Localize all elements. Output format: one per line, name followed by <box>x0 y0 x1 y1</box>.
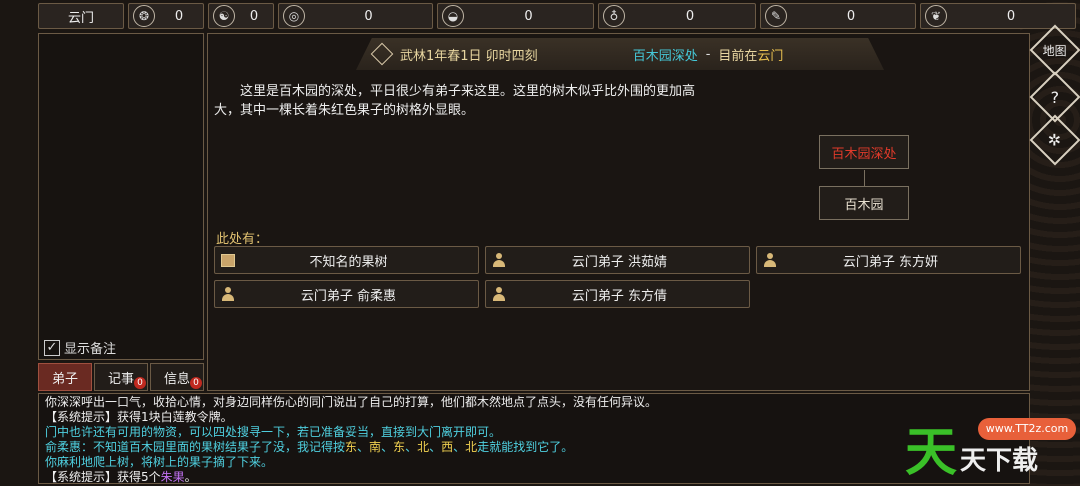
tab-label: 记事 <box>107 371 134 387</box>
food-bowl-icon: ◒ <box>442 5 464 27</box>
map-icon-glyph: 地图 <box>1042 43 1068 58</box>
log-line: 你麻利地爬上树，将树上的果子摘了下来。 <box>45 455 274 469</box>
show-notes-label: 显示备注 <box>64 342 117 357</box>
entity-label: 云门弟子 东方妍 <box>842 254 939 270</box>
minimap-link <box>864 170 865 186</box>
yin-yang-icon: ☯ <box>213 5 235 27</box>
person-icon <box>219 285 237 303</box>
entity-label: 不知名的果树 <box>309 254 388 270</box>
minimap-current-room[interactable]: 百木园深处 <box>819 135 909 169</box>
entity-npc[interactable]: 云门弟子 洪茹婧 <box>485 246 750 274</box>
direction-word: 东 <box>393 440 406 454</box>
log-text: 俞柔惠：不知道百木园里面的果树结果子了没，我记得按 <box>45 440 346 454</box>
log-separator: 、 <box>429 440 442 454</box>
resource-value: 0 <box>846 8 856 24</box>
resource-value: 0 <box>685 8 695 24</box>
tab-label: 弟子 <box>51 371 78 387</box>
resource-value: 0 <box>524 8 533 24</box>
watermark-url: www.TT2z.com <box>978 418 1076 440</box>
resource-value: 0 <box>174 8 184 24</box>
resource-value: 0 <box>249 8 259 24</box>
tab-disciples[interactable]: 弟子 <box>38 363 92 391</box>
here-title: 此处有： <box>216 232 269 247</box>
direction-word: 北 <box>465 440 478 454</box>
resource-value: 0 <box>1006 8 1016 24</box>
resource-food[interactable]: ◒ 0 <box>437 3 594 29</box>
checkmark-icon: ✓ <box>44 339 60 356</box>
tab-journal[interactable]: 记事 0 <box>94 363 148 391</box>
scene-description: 这里是百木园的深处，平日很少有弟子来这里。这里的树木似乎比外围的更加高大，其中一… <box>214 84 696 118</box>
person-icon <box>490 285 508 303</box>
direction-word: 南 <box>369 440 382 454</box>
show-notes-toggle[interactable]: ✓ 显示备注 <box>44 338 116 357</box>
scroll-icon: ✎ <box>765 5 787 27</box>
log-line: 【系统提示】获得1块白莲教令牌。 <box>45 410 233 424</box>
entity-label: 云门弟子 洪茹婧 <box>571 254 668 270</box>
current-city: 云门 <box>757 48 784 64</box>
log-line: 俞柔惠：不知道百木园里面的果树结果子了没，我记得按东、南、东、北、西、北走就能找… <box>45 440 1023 455</box>
notification-badge: 0 <box>190 377 202 389</box>
scene-header: 武林1年春1日 卯时四刻 百木园深处 - 目前在 云门 <box>356 38 884 70</box>
watermark-text: 天下载 <box>960 446 1039 476</box>
entity-npc[interactable]: 云门弟子 东方妍 <box>756 246 1021 274</box>
coin-pouch-icon: ❂ <box>133 5 155 27</box>
resource-bar: 云门 ❂ 0 ☯ 0 ◎ 0 ◒ 0 ♁ 0 ✎ 0 ❦ 0 <box>38 3 1076 29</box>
log-line: 你深深呼出一口气，收拾心情，对身边同样伤心的同门说出了自己的打算，他们都木然地点… <box>45 395 658 409</box>
calendar-icon <box>370 42 394 66</box>
log-text: 走就能找到它了。 <box>477 440 574 454</box>
resource-coin-pouch[interactable]: ❂ 0 <box>128 3 204 29</box>
item-name: 朱果 <box>160 470 185 484</box>
resource-yin-yang[interactable]: ☯ 0 <box>208 3 274 29</box>
scene-panel: 武林1年春1日 卯时四刻 百木园深处 - 目前在 云门 这里是百木园的深处，平日很… <box>207 33 1030 391</box>
direction-word: 东 <box>345 440 358 454</box>
log-line: 【系统提示】获得5个朱果。 <box>45 470 1023 485</box>
dragon-icon: ❦ <box>925 5 947 27</box>
person-icon <box>761 251 779 269</box>
log-line: 门中也许还有可用的物资，可以四处搜寻一下，若已准备妥当，直接到大门离开即可。 <box>45 425 502 439</box>
tab-messages[interactable]: 信息 0 <box>150 363 204 391</box>
game-date: 武林1年春1日 卯时四刻 <box>400 48 538 64</box>
potion-gourd-icon: ♁ <box>603 5 625 27</box>
left-tabs: 弟子 记事 0 信息 0 <box>38 363 204 391</box>
person-icon <box>490 251 508 269</box>
resource-value: 0 <box>364 8 373 24</box>
location-name: 百木园深处 <box>632 48 698 64</box>
tab-label: 信息 <box>163 371 190 387</box>
log-separator: 、 <box>405 440 418 454</box>
resource-copper-coin[interactable]: ◎ 0 <box>278 3 433 29</box>
direction-word: 北 <box>417 440 430 454</box>
notification-badge: 0 <box>134 377 146 389</box>
minimap-neighbor-room[interactable]: 百木园 <box>819 186 909 220</box>
help-icon-glyph: ? <box>1050 87 1060 107</box>
entity-label: 云门弟子 东方倩 <box>571 288 668 304</box>
resource-potion[interactable]: ♁ 0 <box>598 3 756 29</box>
gear-icon-glyph: ✲ <box>1048 130 1062 150</box>
entity-fruit-tree[interactable]: 不知名的果树 <box>214 246 479 274</box>
copper-coin-icon: ◎ <box>283 5 305 27</box>
header-separator: - <box>705 46 711 62</box>
log-text: 。 <box>184 470 197 484</box>
resource-scroll[interactable]: ✎ 0 <box>760 3 916 29</box>
message-log[interactable]: 你深深呼出一口气，收拾心情，对身边同样伤心的同门说出了自己的打算，他们都木然地点… <box>38 393 1030 484</box>
current-at-label: 目前在 <box>718 48 758 64</box>
watermark-logo: 天 <box>905 423 960 483</box>
log-text: 【系统提示】获得5个 <box>45 470 161 484</box>
direction-word: 西 <box>441 440 454 454</box>
entity-label: 云门弟子 俞柔惠 <box>300 288 397 304</box>
log-separator: 、 <box>357 440 370 454</box>
notes-panel <box>38 33 204 360</box>
entity-npc[interactable]: 云门弟子 东方倩 <box>485 280 750 308</box>
sect-name-box[interactable]: 云门 <box>38 3 124 29</box>
log-separator: 、 <box>453 440 466 454</box>
box-icon <box>219 251 237 269</box>
sect-name: 云门 <box>67 10 94 26</box>
entity-npc[interactable]: 云门弟子 俞柔惠 <box>214 280 479 308</box>
log-separator: 、 <box>381 440 394 454</box>
